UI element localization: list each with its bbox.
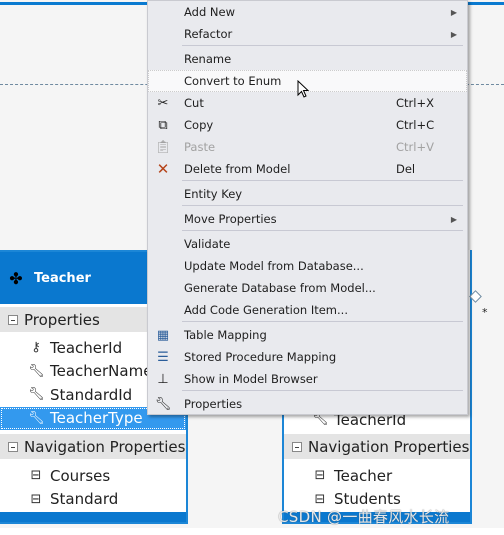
menu-label: Move Properties: [184, 212, 277, 226]
entity-border-top: [0, 2, 147, 5]
menu-item-generate-database[interactable]: Generate Database from Model...: [148, 277, 467, 299]
menu-item-paste[interactable]: 📋︎ Paste Ctrl+V: [148, 136, 467, 158]
wrench-icon: 🔧︎: [28, 387, 45, 403]
menu-label: Entity Key: [184, 187, 243, 201]
menu-label: Cut: [184, 96, 204, 110]
submenu-arrow-icon: ▶: [450, 214, 457, 224]
menu-label: Copy: [184, 118, 214, 132]
navigation-property-icon: ⊟: [30, 468, 42, 484]
menu-item-refactor[interactable]: Refactor ▶: [148, 23, 467, 45]
menu-shortcut: Del: [396, 162, 416, 176]
submenu-arrow-icon: ▶: [450, 7, 457, 17]
menu-item-update-model[interactable]: Update Model from Database...: [148, 255, 467, 277]
property-name: TeacherType: [50, 409, 143, 428]
navigation-section-header[interactable]: Navigation Properties: [0, 434, 186, 459]
menu-item-properties[interactable]: 🔧︎ Properties: [148, 393, 467, 415]
menu-separator: [182, 45, 463, 46]
menu-item-delete-from-model[interactable]: ✕ Delete from Model Del: [148, 158, 467, 180]
menu-item-stored-procedure-mapping[interactable]: ☰ Stored Procedure Mapping: [148, 346, 467, 368]
menu-label: Rename: [184, 52, 232, 66]
section-label: Navigation Properties: [24, 437, 186, 456]
menu-shortcut: Ctrl+X: [396, 96, 434, 110]
menu-separator: [182, 230, 463, 231]
menu-label: Delete from Model: [184, 162, 291, 176]
menu-item-table-mapping[interactable]: ▦ Table Mapping: [148, 324, 467, 346]
entity-title: Teacher: [34, 270, 91, 286]
entity-border-top: [468, 2, 504, 5]
nav-property-row[interactable]: ⊟ Teacher: [284, 464, 470, 488]
menu-label: Generate Database from Model...: [184, 281, 376, 295]
collapse-icon[interactable]: [292, 441, 302, 452]
menu-label: Update Model from Database...: [184, 259, 364, 273]
context-menu[interactable]: Add New ▶ Refactor ▶ Rename Convert to Enu…: [147, 0, 468, 415]
navigation-property-icon: ⊟: [314, 491, 326, 507]
entity-footer: [0, 512, 186, 522]
stored-procedure-icon: ☰: [157, 349, 169, 365]
property-name: StandardId: [50, 385, 133, 404]
menu-item-rename[interactable]: Rename: [148, 48, 467, 70]
mouse-cursor-icon: [297, 80, 310, 98]
property-name: Teacher: [334, 466, 393, 485]
menu-item-entity-key[interactable]: Entity Key: [148, 183, 467, 205]
menu-shortcut: Ctrl+V: [396, 140, 434, 154]
menu-label: Convert to Enum: [184, 74, 282, 88]
menu-label: Stored Procedure Mapping: [184, 350, 337, 364]
property-name: Standard: [50, 490, 119, 509]
key-icon: ⚷: [31, 340, 41, 356]
scissors-icon: ✂: [157, 95, 169, 111]
section-label: Properties: [24, 310, 100, 329]
menu-item-add-new[interactable]: Add New ▶: [148, 1, 467, 23]
copy-icon: ⧉: [158, 117, 168, 133]
property-name: Courses: [50, 466, 111, 485]
submenu-arrow-icon: ▶: [450, 29, 457, 39]
paste-icon: 📋︎: [154, 139, 172, 155]
menu-label: Add New: [184, 5, 236, 19]
menu-item-move-properties[interactable]: Move Properties ▶: [148, 208, 467, 230]
menu-label: Properties: [184, 397, 243, 411]
navigation-section-header[interactable]: Navigation Properties: [284, 434, 470, 459]
menu-item-copy[interactable]: ⧉ Copy Ctrl+C: [148, 114, 467, 136]
menu-label: Table Mapping: [184, 328, 267, 342]
menu-shortcut: Ctrl+C: [396, 118, 435, 132]
wrench-icon: 🔧︎: [28, 410, 45, 426]
nav-property-row[interactable]: ⊟ Standard: [0, 488, 186, 512]
hierarchy-icon: ⊥: [157, 371, 169, 387]
menu-label: Refactor: [184, 27, 233, 41]
menu-label: Paste: [184, 140, 216, 154]
menu-separator: [182, 390, 463, 391]
wrench-icon: 🔧︎: [28, 363, 45, 379]
nav-property-row[interactable]: ⊟ Courses: [0, 464, 186, 488]
menu-item-validate[interactable]: Validate: [148, 233, 467, 255]
menu-label: Add Code Generation Item...: [184, 303, 348, 317]
entity-icon: ✤: [9, 268, 23, 288]
multiplicity-label: *: [482, 306, 488, 319]
property-name: TeacherId: [50, 338, 123, 357]
collapse-icon[interactable]: [8, 441, 18, 452]
menu-item-add-code-generation[interactable]: Add Code Generation Item...: [148, 299, 467, 321]
collapse-icon[interactable]: [8, 314, 18, 325]
menu-label: Validate: [184, 237, 231, 251]
menu-separator: [182, 321, 463, 322]
section-label: Navigation Properties: [308, 437, 470, 456]
menu-separator: [182, 180, 463, 181]
menu-label: Show in Model Browser: [184, 372, 318, 386]
property-name: TeacherName: [50, 362, 153, 381]
wrench-icon: 🔧︎: [154, 396, 172, 412]
menu-separator: [182, 205, 463, 206]
navigation-property-icon: ⊟: [30, 491, 42, 507]
table-mapping-icon: ▦: [156, 327, 170, 343]
navigation-property-icon: ⊟: [314, 468, 326, 484]
watermark: CSDN @一曲春风水长流: [278, 508, 450, 526]
menu-item-show-in-model-browser[interactable]: ⊥ Show in Model Browser: [148, 368, 467, 390]
delete-x-icon: ✕: [156, 160, 170, 178]
